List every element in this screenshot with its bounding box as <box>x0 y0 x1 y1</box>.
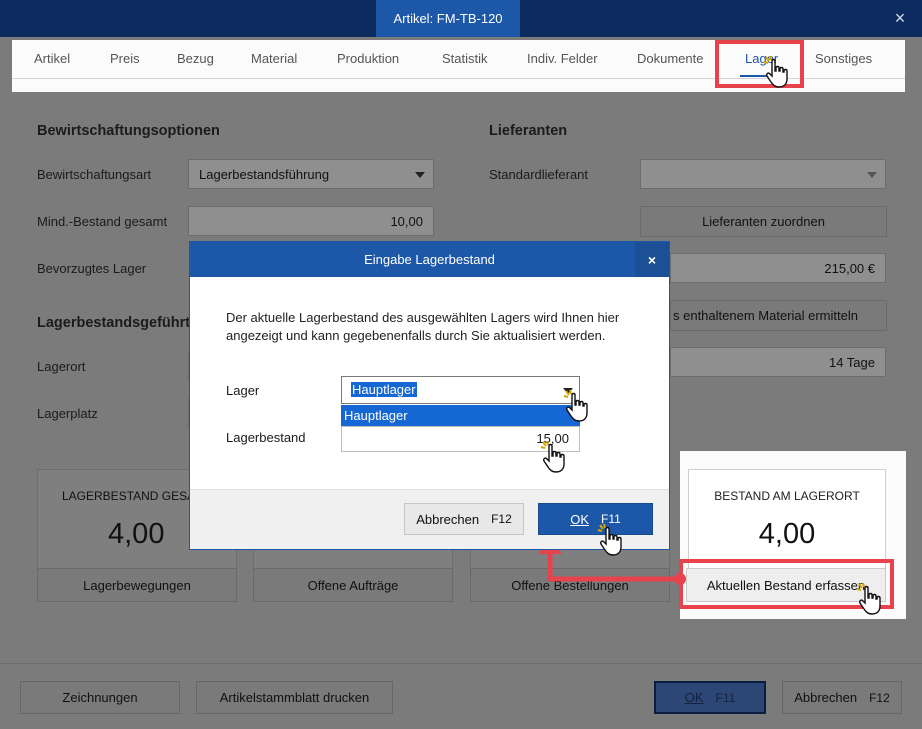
bewirtschaftungsart-select[interactable]: Lagerbestandsführung <box>188 159 434 189</box>
hand-cursor-icon <box>597 523 622 556</box>
lagerbestand-gesamt-title: LAGERBESTAND GESA <box>62 489 196 503</box>
tab-preis[interactable]: Preis <box>110 51 140 66</box>
tab-dokumente[interactable]: Dokumente <box>637 51 703 66</box>
lager-option-hauptlager[interactable]: Hauptlager <box>341 405 580 426</box>
zeichnungen-button[interactable]: Zeichnungen <box>20 681 180 714</box>
mind-bestand-field[interactable]: 10,00 <box>188 206 434 236</box>
tab-produktion[interactable]: Produktion <box>337 51 399 66</box>
tab-material[interactable]: Material <box>251 51 297 66</box>
price-field[interactable]: 215,00 € <box>670 253 886 283</box>
offene-auftraege-button[interactable]: Offene Aufträge <box>253 568 453 602</box>
tab-artikel[interactable]: Artikel <box>34 51 70 66</box>
lagerbewegungen-button[interactable]: Lagerbewegungen <box>37 568 237 602</box>
standardlieferant-select[interactable] <box>640 159 886 189</box>
lagerbestand-heading: Lagerbestandsgeführte <box>37 315 199 331</box>
window-close-icon[interactable]: × <box>888 6 912 30</box>
bewirtschaftungsart-value: Lagerbestandsführung <box>199 166 330 182</box>
price-value: 215,00 € <box>824 260 875 276</box>
tab-indiv-felder[interactable]: Indiv. Felder <box>527 51 598 66</box>
tab-bezug[interactable]: Bezug <box>177 51 214 66</box>
lagerbestand-gesamt-value: 4,00 <box>108 518 165 550</box>
lieferanten-zuordnen-button[interactable]: Lieferanten zuordnen <box>640 206 887 237</box>
eingabe-lagerbestand-dialog: Eingabe Lagerbestand × Der aktuelle Lage… <box>189 241 670 556</box>
chevron-down-icon <box>867 172 877 178</box>
dialog-cancel-key: F12 <box>491 512 512 526</box>
lieferanten-heading: Lieferanten <box>489 123 568 139</box>
material-ermitteln-button[interactable]: s enthaltenem Material ermitteln <box>670 300 887 331</box>
hand-cursor-icon <box>540 440 565 473</box>
hand-cursor-icon <box>563 389 588 422</box>
dialog-title: Eingabe Lagerbestand <box>190 242 669 277</box>
hand-cursor-icon <box>763 55 788 88</box>
lager-select-value: Hauptlager <box>351 382 417 397</box>
footer-cancel-button[interactable]: Abbrechen F12 <box>782 681 902 714</box>
bestand-lagerort-value: 4,00 <box>758 518 816 550</box>
dialog-ok-label: OK <box>570 511 589 527</box>
hand-cursor-icon <box>856 582 881 615</box>
mind-bestand-label: Mind.-Bestand gesamt <box>37 214 168 229</box>
bestand-lagerort-title: BESTAND AM LAGERORT <box>714 489 860 503</box>
dialog-cancel-label: Abbrechen <box>416 511 480 527</box>
lagerplatz-label: Lagerplatz <box>37 406 98 421</box>
footer-ok-key: F11 <box>715 690 736 705</box>
tage-field[interactable]: 14 Tage <box>670 347 886 377</box>
bevorzugtes-lager-label: Bevorzugtes Lager <box>37 261 147 276</box>
dialog-close-icon[interactable]: × <box>635 242 669 277</box>
mind-bestand-value: 10,00 <box>390 213 423 229</box>
footer-cancel-label: Abbrechen <box>794 690 858 705</box>
dialog-cancel-button[interactable]: Abbrechen F12 <box>404 503 524 535</box>
tab-statistik[interactable]: Statistik <box>442 51 488 66</box>
lagerort-label: Lagerort <box>37 359 86 374</box>
tage-value: 14 Tage <box>828 354 875 370</box>
standardlieferant-label: Standardlieferant <box>489 167 589 182</box>
dialog-message: Der aktuelle Lagerbestand des ausgewählt… <box>226 310 620 343</box>
article-window: Artikel: FM-TB-120 × Artikel Preis Bezug… <box>0 0 922 729</box>
bewirtschaftung-heading: Bewirtschaftungsoptionen <box>37 123 220 139</box>
lager-label: Lager <box>226 383 260 398</box>
tab-sonstiges[interactable]: Sonstiges <box>815 51 872 66</box>
bewirtschaftungsart-label: Bewirtschaftungsart <box>37 167 152 182</box>
footer-ok-button[interactable]: OK F11 <box>654 681 766 714</box>
window-title: Artikel: FM-TB-120 <box>376 0 520 37</box>
lagerbestand-label: Lagerbestand <box>226 430 306 445</box>
artikelstammblatt-button[interactable]: Artikelstammblatt drucken <box>196 681 393 714</box>
footer-ok-label: OK <box>684 690 704 705</box>
bestand-lagerort-card: BESTAND AM LAGERORT 4,00 <box>688 469 886 571</box>
lager-select[interactable]: Hauptlager <box>341 376 580 404</box>
chevron-down-icon <box>415 172 425 178</box>
footer-cancel-key: F12 <box>869 690 890 705</box>
